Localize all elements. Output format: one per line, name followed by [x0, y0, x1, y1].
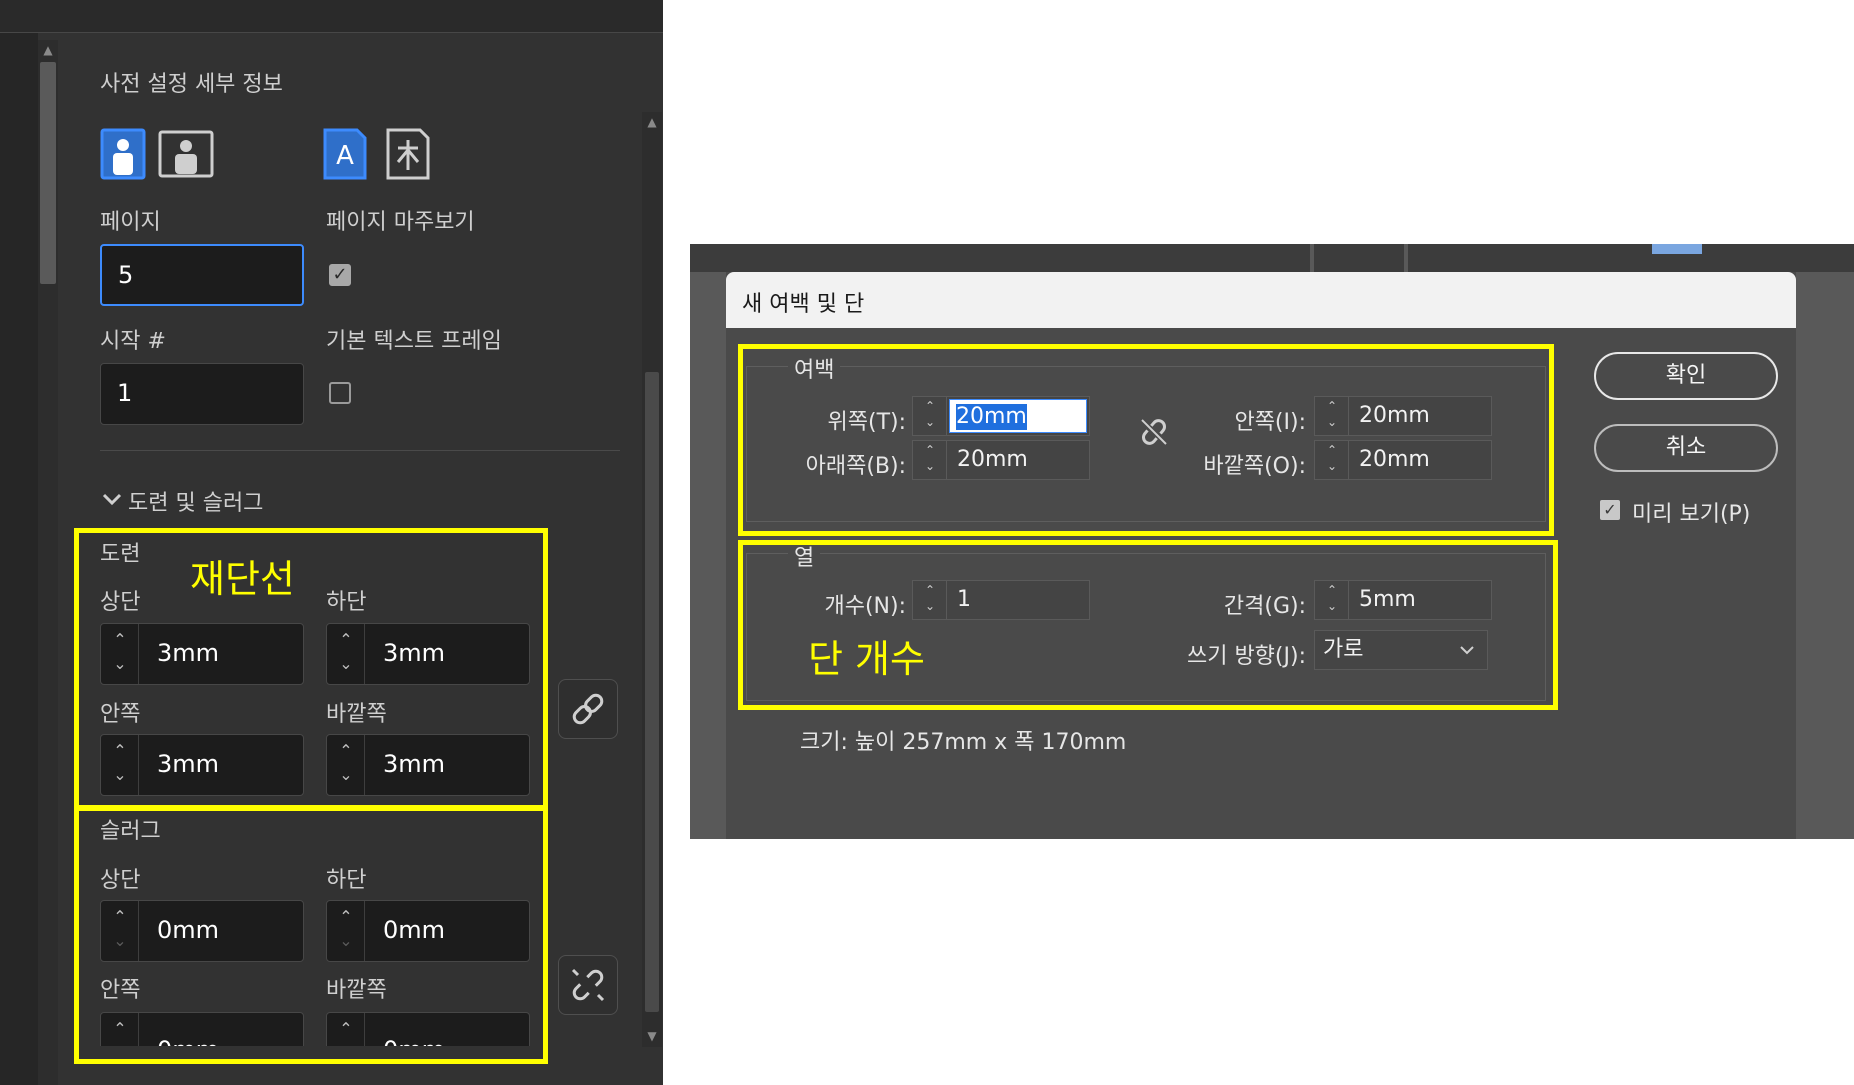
unlink-icon: [571, 968, 605, 1002]
facing-pages-label: 페이지 마주보기: [326, 210, 475, 235]
left-scrollbar-thumb[interactable]: [40, 62, 56, 284]
background-strip: [1314, 244, 1404, 272]
page-size-text: 크기: 높이 257mm x 폭 170mm: [800, 730, 1127, 755]
background-strip: [1408, 244, 1854, 272]
checkmark-icon: ✓: [1603, 500, 1617, 519]
scroll-down-arrow-icon[interactable]: ▼: [644, 1028, 660, 1044]
dialog-titlebar: [726, 272, 1796, 328]
bleed-link-button[interactable]: [558, 679, 618, 739]
bleed-highlight-box: [74, 528, 548, 810]
chevron-down-icon[interactable]: [100, 487, 124, 511]
scroll-up-arrow-icon[interactable]: ▲: [644, 114, 660, 130]
pages-input[interactable]: 5: [100, 244, 304, 306]
document-preset-panel: ▲ ▲ ▼ 사전 설정 세부 정보 A 페이지 페이지 마주보기 5 ✓ 시작 …: [0, 0, 663, 1085]
landscape-icon[interactable]: [158, 130, 214, 178]
slug-highlight-box: [74, 806, 548, 1064]
vertical-text-icon[interactable]: [386, 128, 430, 180]
bleed-slug-header[interactable]: 도련 및 슬러그: [128, 485, 263, 517]
preview-checkbox[interactable]: ✓: [1600, 500, 1620, 520]
background-marker: [1652, 244, 1702, 254]
dialog-screenshot: 새 여백 및 단 여백 위쪽(T): ⌃ ⌄ 20mm 아래쪽(B): ⌃ ⌄ …: [690, 244, 1854, 839]
columns-highlight-box: [738, 540, 1558, 710]
portrait-icon[interactable]: [100, 128, 146, 180]
background-strip: [690, 244, 1310, 272]
preset-details-title: 사전 설정 세부 정보: [100, 72, 283, 97]
new-margins-columns-dialog: 새 여백 및 단 여백 위쪽(T): ⌃ ⌄ 20mm 아래쪽(B): ⌃ ⌄ …: [726, 272, 1796, 839]
right-scrollbar-thumb[interactable]: [645, 372, 659, 1012]
panel-top-bar: [0, 0, 663, 33]
checkmark-icon: ✓: [332, 264, 348, 285]
section-divider: [100, 450, 620, 451]
primary-text-frame-checkbox[interactable]: [329, 382, 351, 404]
dialog-title: 새 여백 및 단: [742, 292, 865, 317]
scroll-up-arrow-icon[interactable]: ▲: [40, 42, 56, 58]
preview-label[interactable]: 미리 보기(P): [1632, 496, 1750, 528]
ok-button[interactable]: 확인: [1594, 352, 1778, 400]
margins-highlight-box: [738, 344, 1554, 536]
link-icon: [572, 693, 604, 725]
svg-text:A: A: [336, 141, 354, 171]
cancel-button[interactable]: 취소: [1594, 424, 1778, 472]
horizontal-text-icon[interactable]: A: [323, 128, 367, 180]
facing-pages-checkbox[interactable]: ✓: [329, 264, 351, 286]
panel-left-strip: [0, 33, 38, 1085]
pages-label: 페이지: [100, 210, 161, 235]
primary-text-frame-label: 기본 텍스트 프레임: [326, 329, 502, 354]
slug-unlink-button[interactable]: [558, 955, 618, 1015]
start-page-label: 시작 #: [100, 329, 166, 354]
start-page-input[interactable]: 1: [100, 363, 304, 425]
